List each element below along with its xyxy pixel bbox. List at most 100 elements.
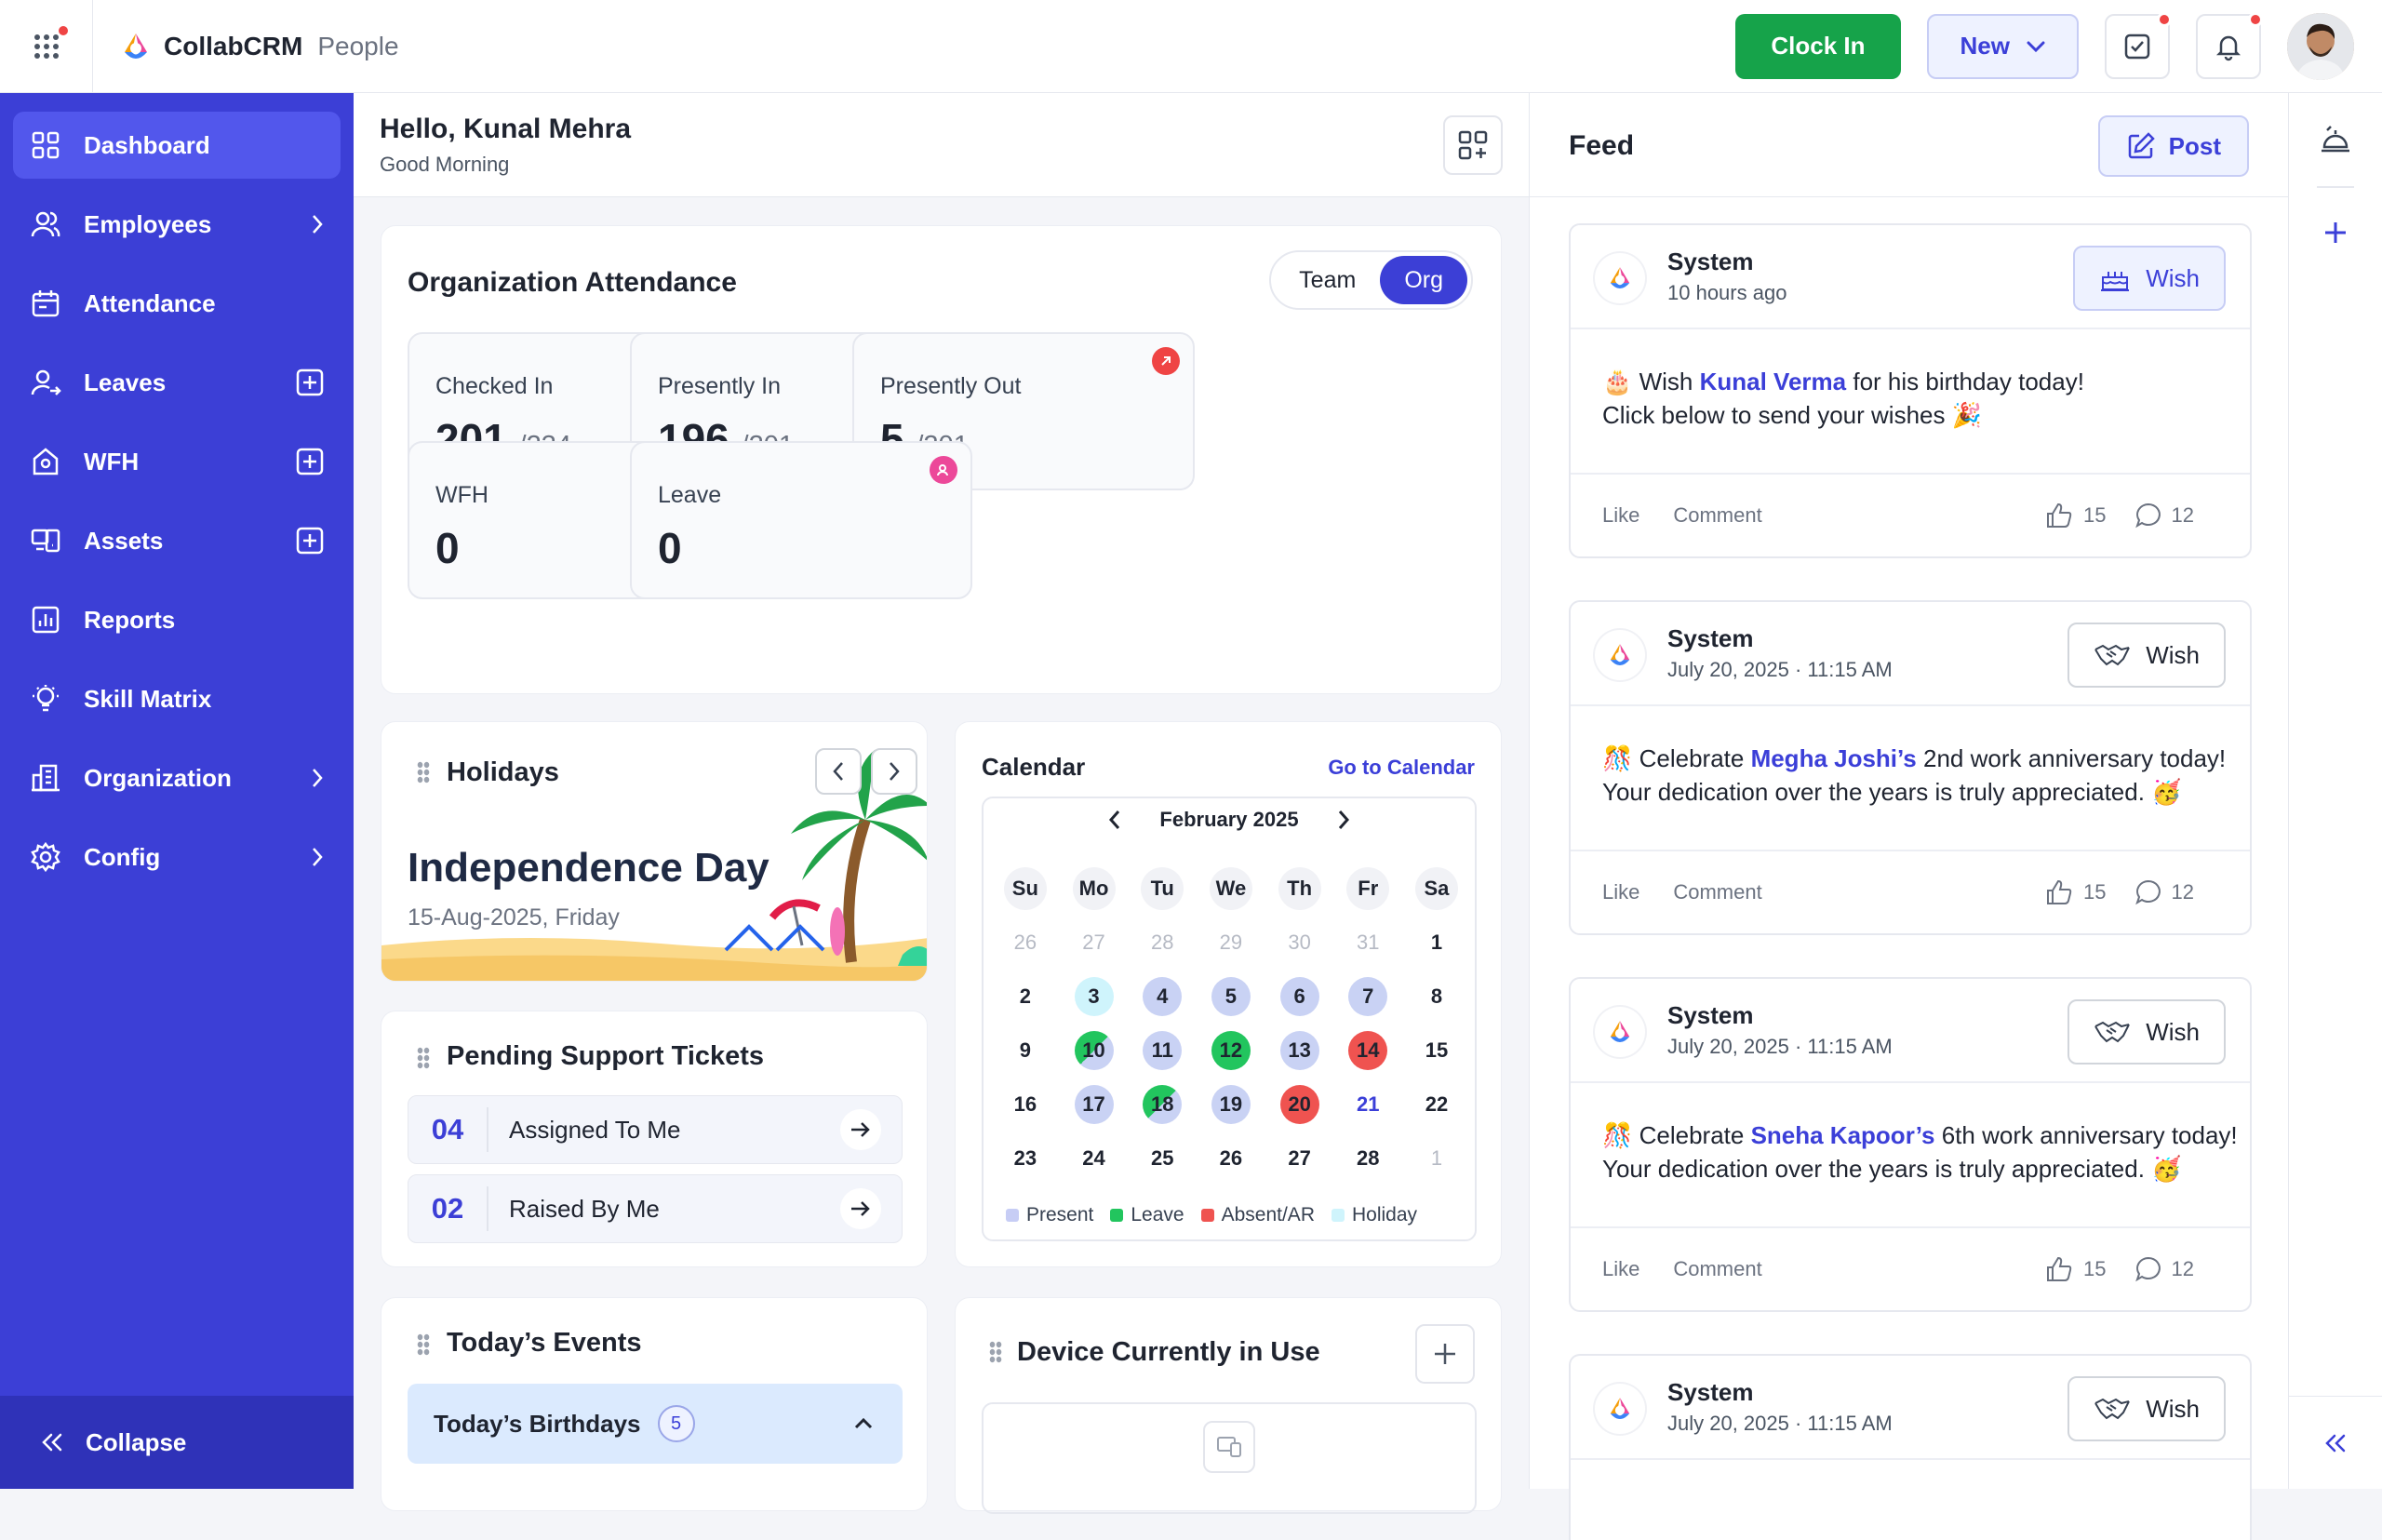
sidebar-item-reports[interactable]: Reports xyxy=(13,586,341,653)
calendar-day[interactable]: 6 xyxy=(1279,977,1319,1016)
next-month-icon[interactable] xyxy=(1336,809,1351,831)
comment-icon[interactable] xyxy=(2134,502,2162,529)
post-text: 🎊 Celebrate xyxy=(1602,1121,1751,1149)
calendar-day[interactable]: 5 xyxy=(1211,977,1251,1016)
drag-handle-icon[interactable] xyxy=(989,1341,1002,1363)
sidebar-item-assets[interactable]: Assets xyxy=(13,507,341,574)
wish-button[interactable]: Wish xyxy=(2073,246,2226,311)
calendar-day[interactable]: 25 xyxy=(1143,1139,1182,1178)
wish-button[interactable]: Wish xyxy=(2068,623,2226,688)
new-button[interactable]: New xyxy=(1926,13,2079,79)
rail-add-button[interactable] xyxy=(2315,212,2356,253)
toggle-team[interactable]: Team xyxy=(1275,256,1380,304)
thumbs-up-icon[interactable] xyxy=(2044,1254,2074,1284)
calendar-day[interactable]: 3 xyxy=(1074,977,1114,1016)
go-to-calendar-link[interactable]: Go to Calendar xyxy=(1328,756,1475,780)
calendar-day[interactable]: 1 xyxy=(1417,1139,1456,1178)
calendar-day[interactable]: 31 xyxy=(1348,923,1387,962)
calendar-day[interactable]: 14 xyxy=(1348,1031,1388,1070)
calendar-day[interactable]: 22 xyxy=(1417,1085,1456,1124)
rail-button-bell[interactable] xyxy=(2315,119,2356,160)
sidebar-item-organization[interactable]: Organization xyxy=(13,744,341,811)
calendar-day[interactable]: 21 xyxy=(1348,1085,1387,1124)
comment-link[interactable]: Comment xyxy=(1673,1257,1761,1281)
calendar-day[interactable]: 23 xyxy=(1006,1139,1045,1178)
sidebar-item-wfh[interactable]: WFH xyxy=(13,428,341,495)
sidebar-item-dashboard[interactable]: Dashboard xyxy=(13,112,341,179)
add-square-icon[interactable] xyxy=(296,448,324,475)
brand[interactable]: CollabCRM People xyxy=(117,28,399,65)
calendar-day[interactable]: 15 xyxy=(1417,1031,1456,1070)
calendar-day[interactable]: 30 xyxy=(1280,923,1319,962)
clock-in-button[interactable]: Clock In xyxy=(1735,13,1901,79)
sidebar-item-config[interactable]: Config xyxy=(13,824,341,891)
ticket-row-assigned[interactable]: 04 Assigned To Me xyxy=(408,1095,903,1164)
calendar-day[interactable]: 9 xyxy=(1006,1031,1045,1070)
calendar-day[interactable]: 20 xyxy=(1279,1085,1319,1124)
sidebar-item-employees[interactable]: Employees xyxy=(13,191,341,258)
calendar-day[interactable]: 29 xyxy=(1211,923,1251,962)
calendar-day[interactable]: 27 xyxy=(1280,1139,1319,1178)
notifications-button[interactable] xyxy=(2196,11,2263,79)
calendar-day[interactable]: 26 xyxy=(1211,1139,1251,1178)
calendar-day[interactable]: 17 xyxy=(1074,1085,1114,1124)
add-square-icon[interactable] xyxy=(296,368,324,396)
like-link[interactable]: Like xyxy=(1602,503,1639,528)
attendance-scope-toggle[interactable]: Team Org xyxy=(1269,250,1473,310)
like-link[interactable]: Like xyxy=(1602,880,1639,904)
calendar-day[interactable]: 26 xyxy=(1006,923,1045,962)
comment-icon[interactable] xyxy=(2134,878,2162,906)
thumbs-up-icon[interactable] xyxy=(2044,877,2074,907)
sidebar-item-leaves[interactable]: Leaves xyxy=(13,349,341,416)
user-avatar[interactable] xyxy=(2287,12,2354,80)
post-button[interactable]: Post xyxy=(2097,115,2249,177)
calendar-day[interactable]: 11 xyxy=(1143,1031,1183,1070)
sidebar-item-label: Assets xyxy=(84,526,164,555)
app-launcher-button[interactable] xyxy=(0,0,93,93)
calendar-day[interactable]: 4 xyxy=(1143,977,1183,1016)
calendar-day[interactable]: 1 xyxy=(1417,923,1456,962)
birthdays-accordion[interactable]: Today’s Birthdays 5 xyxy=(408,1384,903,1464)
add-device-button[interactable] xyxy=(1415,1324,1475,1384)
calendar-day[interactable]: 12 xyxy=(1211,1031,1251,1070)
calendar-day[interactable]: 13 xyxy=(1279,1031,1319,1070)
sidebar-item-attendance[interactable]: Attendance xyxy=(13,270,341,337)
calendar-day[interactable]: 2 xyxy=(1006,977,1045,1016)
comments-count-group: 12 xyxy=(2134,878,2194,906)
calendar-day[interactable]: 8 xyxy=(1417,977,1456,1016)
tasks-button[interactable] xyxy=(2105,11,2172,79)
next-holiday-button[interactable] xyxy=(871,748,917,795)
wish-button[interactable]: Wish xyxy=(2068,1376,2226,1441)
calendar-day[interactable]: 27 xyxy=(1075,923,1114,962)
customize-widgets-button[interactable] xyxy=(1443,115,1503,175)
comment-link[interactable]: Comment xyxy=(1673,503,1761,528)
comment-icon[interactable] xyxy=(2134,1255,2162,1283)
calendar-day[interactable]: 28 xyxy=(1348,1139,1387,1178)
sidebar-item-skill-matrix[interactable]: Skill Matrix xyxy=(13,665,341,732)
like-link[interactable]: Like xyxy=(1602,1257,1639,1281)
mentioned-person[interactable]: Megha Joshi’s xyxy=(1751,744,1917,772)
drag-handle-icon[interactable] xyxy=(417,761,430,783)
drag-handle-icon[interactable] xyxy=(417,1333,430,1356)
mentioned-person[interactable]: Sneha Kapoor’s xyxy=(1751,1121,1935,1149)
stat-card[interactable]: Leave 0 xyxy=(630,441,972,599)
toggle-org[interactable]: Org xyxy=(1380,256,1467,304)
calendar-day[interactable]: 18 xyxy=(1143,1085,1183,1124)
calendar-day[interactable]: 28 xyxy=(1143,923,1182,962)
calendar-day[interactable]: 24 xyxy=(1075,1139,1114,1178)
calendar-day[interactable]: 19 xyxy=(1211,1085,1251,1124)
add-square-icon[interactable] xyxy=(296,527,324,555)
thumbs-up-icon[interactable] xyxy=(2044,501,2074,530)
ticket-row-raised[interactable]: 02 Raised By Me xyxy=(408,1174,903,1243)
rail-collapse-button[interactable] xyxy=(2289,1396,2382,1489)
prev-month-icon[interactable] xyxy=(1107,809,1122,831)
drag-handle-icon[interactable] xyxy=(417,1047,430,1069)
previous-holiday-button[interactable] xyxy=(815,748,862,795)
calendar-day[interactable]: 7 xyxy=(1348,977,1388,1016)
wish-button[interactable]: Wish xyxy=(2068,999,2226,1065)
collapse-button[interactable]: Collapse xyxy=(0,1396,354,1489)
comment-link[interactable]: Comment xyxy=(1673,880,1761,904)
calendar-day[interactable]: 10 xyxy=(1074,1031,1114,1070)
calendar-day[interactable]: 16 xyxy=(1006,1085,1045,1124)
mentioned-person[interactable]: Kunal Verma xyxy=(1700,368,1847,395)
